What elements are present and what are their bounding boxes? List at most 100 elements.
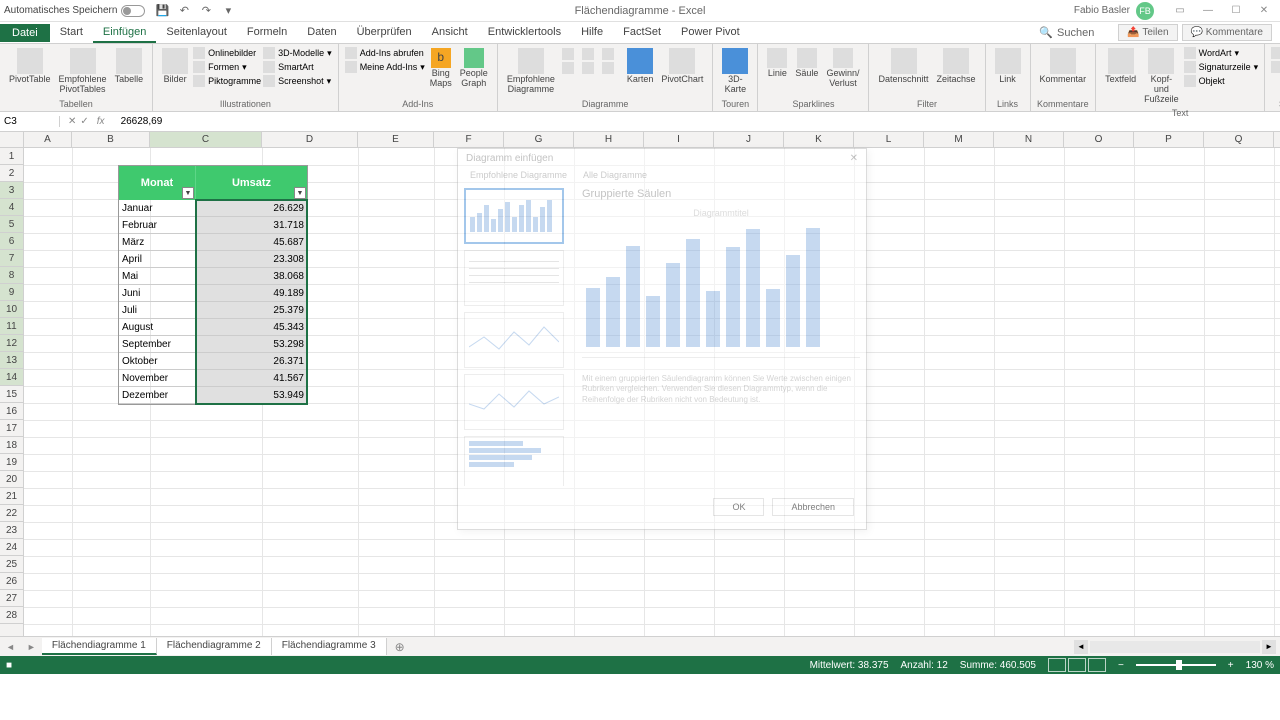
cancel-formula-icon[interactable]: ✕ bbox=[68, 116, 76, 127]
redo-icon[interactable]: ↷ bbox=[199, 4, 213, 18]
row-header[interactable]: 22 bbox=[0, 505, 23, 522]
zoom-level[interactable]: 130 % bbox=[1246, 660, 1274, 671]
column-header[interactable]: B bbox=[72, 132, 150, 147]
cell-revenue[interactable]: 53.298 bbox=[196, 336, 307, 353]
row-header[interactable]: 1 bbox=[0, 148, 23, 165]
row-header[interactable]: 8 bbox=[0, 267, 23, 284]
comments-button[interactable]: 💬 Kommentare bbox=[1182, 24, 1272, 41]
cell-revenue[interactable]: 25.379 bbox=[196, 302, 307, 319]
screenshot-button[interactable]: Screenshot ▾ bbox=[263, 74, 332, 88]
hscroll-track[interactable] bbox=[1090, 641, 1260, 653]
row-header[interactable]: 11 bbox=[0, 318, 23, 335]
cell-month[interactable]: September bbox=[119, 336, 196, 353]
cell-month[interactable]: Februar bbox=[119, 217, 196, 234]
row-header[interactable]: 7 bbox=[0, 250, 23, 267]
cancel-button[interactable]: Abbrechen bbox=[772, 498, 854, 516]
column-header[interactable]: Q bbox=[1204, 132, 1274, 147]
column-header[interactable]: M bbox=[924, 132, 994, 147]
3d-map-button[interactable]: 3D- Karte bbox=[719, 46, 751, 97]
comment-button[interactable]: Kommentar bbox=[1037, 46, 1090, 87]
share-button[interactable]: 📤 Teilen bbox=[1118, 24, 1177, 41]
table-header-revenue[interactable]: Umsatz ▼ bbox=[196, 166, 307, 200]
chart-thumbnail[interactable] bbox=[464, 250, 564, 306]
column-header[interactable]: L bbox=[854, 132, 924, 147]
cell-revenue[interactable]: 41.567 bbox=[196, 370, 307, 387]
cell-month[interactable]: August bbox=[119, 319, 196, 336]
zoom-out-icon[interactable]: − bbox=[1118, 660, 1124, 671]
header-footer-button[interactable]: Kopf- und Fußzeile bbox=[1141, 46, 1182, 107]
record-macro-icon[interactable]: ■ bbox=[6, 660, 12, 671]
fx-icon[interactable]: fx bbox=[93, 116, 109, 127]
column-header[interactable]: O bbox=[1064, 132, 1134, 147]
chart-type-icon[interactable] bbox=[562, 62, 574, 74]
pictures-button[interactable]: Bilder bbox=[159, 46, 191, 87]
row-header[interactable]: 10 bbox=[0, 301, 23, 318]
formula-input[interactable]: 26628,69 bbox=[117, 116, 1280, 127]
dialog-tab-recommended[interactable]: Empfohlene Diagramme bbox=[466, 168, 571, 182]
chart-type-icon[interactable] bbox=[562, 48, 574, 60]
row-header[interactable]: 26 bbox=[0, 573, 23, 590]
pivottable-button[interactable]: PivotTable bbox=[6, 46, 54, 87]
ribbon-tab[interactable]: Start bbox=[50, 23, 93, 43]
icons-button[interactable]: Piktogramme bbox=[193, 74, 261, 88]
sparkline-column-button[interactable]: Säule bbox=[792, 46, 821, 81]
cell-month[interactable]: Dezember bbox=[119, 387, 196, 404]
get-addins-button[interactable]: Add-Ins abrufen bbox=[345, 46, 425, 60]
my-addins-button[interactable]: Meine Add-Ins ▾ bbox=[345, 60, 425, 74]
chart-type-icon[interactable] bbox=[582, 48, 594, 60]
confirm-formula-icon[interactable]: ✓ bbox=[80, 116, 88, 127]
ribbon-tab[interactable]: FactSet bbox=[613, 23, 671, 43]
row-header[interactable]: 4 bbox=[0, 199, 23, 216]
column-header[interactable]: D bbox=[262, 132, 358, 147]
cell-revenue[interactable]: 26.629 bbox=[196, 200, 307, 217]
row-header[interactable]: 3 bbox=[0, 182, 23, 199]
table-header-month[interactable]: Monat ▼ bbox=[119, 166, 196, 200]
ribbon-tab[interactable]: Überprüfen bbox=[347, 23, 422, 43]
ribbon-tab[interactable]: Seitenlayout bbox=[156, 23, 237, 43]
row-header[interactable]: 27 bbox=[0, 590, 23, 607]
link-button[interactable]: Link bbox=[992, 46, 1024, 87]
chart-thumbnail[interactable] bbox=[464, 436, 564, 486]
filter-dropdown-icon[interactable]: ▼ bbox=[294, 187, 306, 199]
chart-thumbnail[interactable] bbox=[464, 312, 564, 368]
column-header[interactable]: G bbox=[504, 132, 574, 147]
people-graph-button[interactable]: People Graph bbox=[457, 46, 491, 91]
dialog-tab-all[interactable]: Alle Diagramme bbox=[579, 168, 651, 182]
ribbon-options-icon[interactable]: ▭ bbox=[1168, 3, 1192, 19]
ribbon-tab[interactable]: Power Pivot bbox=[671, 23, 750, 43]
sheet-nav-prev-icon[interactable]: ◄ bbox=[0, 642, 21, 652]
cell-month[interactable]: Januar bbox=[119, 200, 196, 217]
ribbon-tab[interactable]: Ansicht bbox=[422, 23, 478, 43]
name-box[interactable]: C3 bbox=[0, 116, 60, 127]
cell-month[interactable]: Juli bbox=[119, 302, 196, 319]
recommended-charts-button[interactable]: Empfohlene Diagramme bbox=[504, 46, 558, 97]
auto-save-toggle[interactable]: Automatisches Speichern bbox=[4, 5, 145, 17]
column-header[interactable]: N bbox=[994, 132, 1064, 147]
filter-dropdown-icon[interactable]: ▼ bbox=[182, 187, 194, 199]
chart-type-icon[interactable] bbox=[602, 48, 614, 60]
row-header[interactable]: 25 bbox=[0, 556, 23, 573]
cell-revenue[interactable]: 23.308 bbox=[196, 251, 307, 268]
sheet-tab[interactable]: Flächendiagramme 2 bbox=[157, 638, 272, 655]
cell-revenue[interactable]: 38.068 bbox=[196, 268, 307, 285]
column-header[interactable]: H bbox=[574, 132, 644, 147]
view-normal-icon[interactable] bbox=[1048, 658, 1066, 672]
cell-month[interactable]: April bbox=[119, 251, 196, 268]
ribbon-tab[interactable]: Formeln bbox=[237, 23, 297, 43]
maps-button[interactable]: Karten bbox=[624, 46, 657, 87]
minimize-icon[interactable]: — bbox=[1196, 3, 1220, 19]
view-pagebreak-icon[interactable] bbox=[1088, 658, 1106, 672]
column-header[interactable]: K bbox=[784, 132, 854, 147]
cell-revenue[interactable]: 26.371 bbox=[196, 353, 307, 370]
row-header[interactable]: 19 bbox=[0, 454, 23, 471]
row-header[interactable]: 13 bbox=[0, 352, 23, 369]
column-header[interactable]: C bbox=[150, 132, 262, 147]
textbox-button[interactable]: Textfeld bbox=[1102, 46, 1139, 87]
cell-revenue[interactable]: 49.189 bbox=[196, 285, 307, 302]
recommended-pivot-button[interactable]: Empfohlene PivotTables bbox=[56, 46, 110, 97]
row-header[interactable]: 16 bbox=[0, 403, 23, 420]
row-header[interactable]: 28 bbox=[0, 607, 23, 624]
toggle-switch[interactable] bbox=[121, 5, 145, 17]
cell-revenue[interactable]: 45.687 bbox=[196, 234, 307, 251]
shapes-button[interactable]: Formen ▾ bbox=[193, 60, 261, 74]
